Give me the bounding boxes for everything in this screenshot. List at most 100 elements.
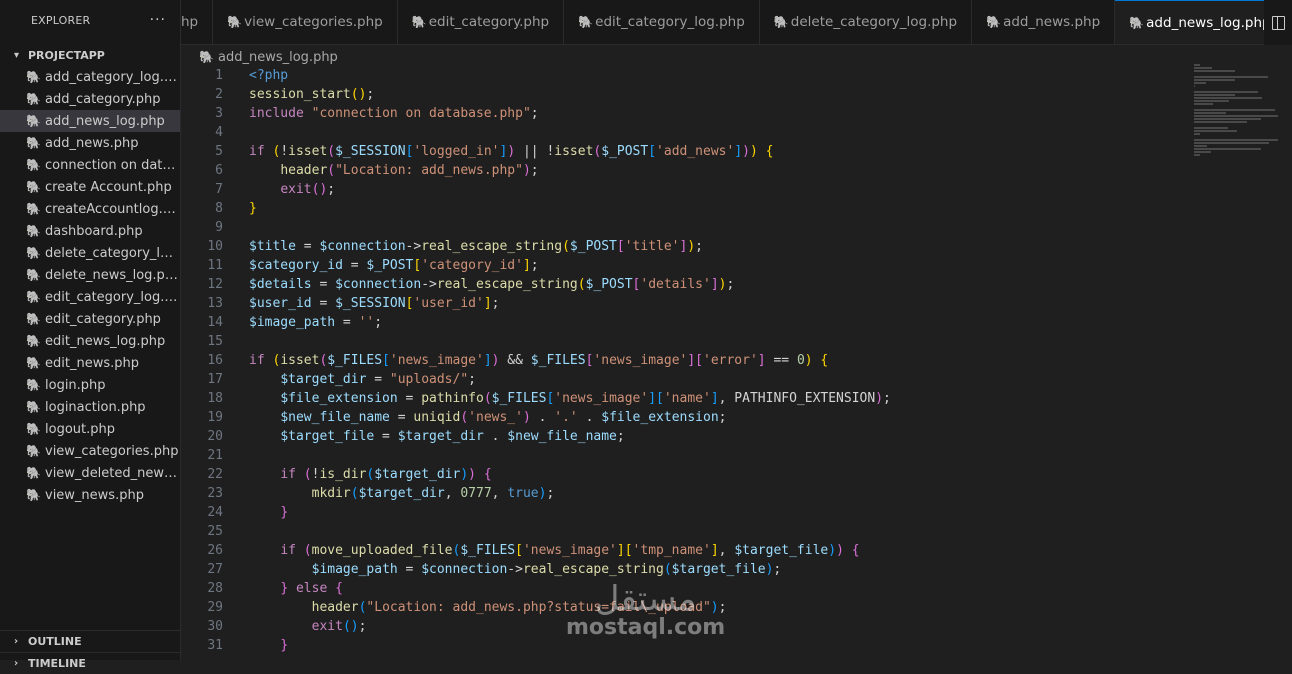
file-item[interactable]: 🐘 dashboard.php: [0, 220, 180, 242]
editor-tab[interactable]: 🐘 view_categories.php: [213, 0, 398, 44]
file-item[interactable]: 🐘 edit_news.php: [0, 352, 180, 374]
file-item[interactable]: 🐘 view_categories.php: [0, 440, 180, 462]
minimap-line: [1194, 121, 1247, 123]
line-number: 5: [215, 144, 223, 159]
file-item[interactable]: 🐘 edit_news_log.php: [0, 330, 180, 352]
code-text: header("Location: add_news.php");: [280, 163, 539, 178]
line-number: 12: [207, 277, 223, 292]
file-item[interactable]: 🐘 add_news.php: [0, 132, 180, 154]
minimap-line: [1194, 145, 1208, 147]
code-line: 31 }: [181, 636, 1292, 655]
file-item[interactable]: 🐘 edit_category.php: [0, 308, 180, 330]
php-file-icon: 🐘: [26, 378, 41, 392]
file-item[interactable]: 🐘 view_deleted_news.php: [0, 462, 180, 484]
php-file-icon: 🐘: [26, 400, 41, 414]
editor-tab[interactable]: 🐘 delete_category_log.php: [760, 0, 973, 44]
file-item[interactable]: 🐘 logout.php: [0, 418, 180, 440]
code-text: if (move_uploaded_file($_FILES['news_ima…: [280, 543, 860, 558]
split-editor-button[interactable]: [1264, 0, 1292, 45]
php-file-icon: 🐘: [411, 15, 427, 29]
minimap-line: [1194, 91, 1258, 93]
code-line: 5 if (!isset($_SESSION['logged_in']) || !…: [181, 142, 1292, 161]
file-label: connection on database.php: [45, 157, 180, 173]
minimap-line: [1194, 109, 1276, 111]
file-item[interactable]: 🐘 login.php: [0, 374, 180, 396]
minimap-line: [1194, 115, 1278, 117]
php-file-icon: 🐘: [26, 136, 41, 150]
php-file-icon: 🐘: [773, 15, 789, 29]
file-item[interactable]: 🐘 loginaction.php: [0, 396, 180, 418]
code-line: 12 $details = $connection->real_escape_st…: [181, 275, 1292, 294]
minimap-line: [1194, 103, 1213, 105]
file-item[interactable]: 🐘 delete_category_log.php: [0, 242, 180, 264]
outline-section[interactable]: › OUTLINE: [0, 630, 180, 652]
timeline-section[interactable]: › TIMELINE: [0, 652, 180, 674]
editor-tab[interactable]: 🐘 add_news.php: [972, 0, 1116, 44]
timeline-label: TIMELINE: [28, 657, 86, 670]
editor-tab[interactable]: hp: [181, 0, 214, 44]
line-number: 6: [215, 163, 223, 178]
code-text: $category_id = $_POST['category_id'];: [249, 258, 539, 273]
code-line: 14 $image_path = '';: [181, 313, 1292, 332]
code-line: 21: [181, 446, 1292, 465]
file-item[interactable]: 🐘 create Account.php: [0, 176, 180, 198]
line-number: 22: [207, 467, 223, 482]
code-text: $user_id = $_SESSION['user_id'];: [249, 296, 500, 311]
file-item[interactable]: 🐘 add_category.php: [0, 88, 180, 110]
line-number: 20: [207, 429, 223, 444]
file-item[interactable]: 🐘 connection on database.php: [0, 154, 180, 176]
file-item[interactable]: 🐘 delete_news_log.php: [0, 264, 180, 286]
minimap[interactable]: [1194, 64, 1278, 164]
file-label: dashboard.php: [45, 223, 143, 239]
file-item[interactable]: 🐘 add_news_log.php: [0, 110, 180, 132]
code-text: exit();: [311, 619, 367, 634]
php-file-icon: 🐘: [227, 15, 243, 29]
minimap-line: [1194, 142, 1269, 144]
file-label: add_news_log.php: [45, 113, 165, 129]
editor-tab[interactable]: 🐘 edit_category.php: [398, 0, 565, 44]
file-list: 🐘 add_category_log.php 🐘 add_category.php 🐘 a…: [0, 66, 180, 506]
code-line: 19 $new_file_name = uniqid('news_') . '.…: [181, 408, 1292, 427]
code-line: 30 exit();: [181, 617, 1292, 636]
code-line: 22 if (!is_dir($target_dir)) {: [181, 465, 1292, 484]
code-line: 29 header("Location: add_news.php?status…: [181, 598, 1292, 617]
line-number: 27: [207, 562, 223, 577]
code-text: }: [280, 505, 289, 520]
code-line: 9: [181, 218, 1292, 237]
explorer-title: EXPLORER: [31, 13, 91, 27]
line-number: 14: [207, 315, 223, 330]
php-file-icon: 🐘: [26, 444, 41, 458]
code-line: 10 $title = $connection->real_escape_stri…: [181, 237, 1292, 256]
project-folder[interactable]: ▾ PROJECTAPP: [0, 44, 180, 66]
line-number: 2: [215, 87, 223, 102]
php-file-icon: 🐘: [26, 356, 41, 370]
line-number: 23: [207, 486, 223, 501]
code-editor[interactable]: 1 <?php 2 session_start(); 3 include "connect…: [181, 66, 1292, 660]
minimap-line: [1194, 133, 1200, 135]
file-item[interactable]: 🐘 view_news.php: [0, 484, 180, 506]
file-item[interactable]: 🐘 createAccountlog.php: [0, 198, 180, 220]
code-text: if (isset($_FILES['news_image']) && $_FI…: [249, 353, 829, 368]
file-item[interactable]: 🐘 edit_category_log.php: [0, 286, 180, 308]
code-text: $file_extension = pathinfo($_FILES['news…: [280, 391, 891, 406]
php-file-icon: 🐘: [26, 224, 41, 238]
tab-label: delete_category_log.php: [790, 14, 958, 30]
file-item[interactable]: 🐘 add_category_log.php: [0, 66, 180, 88]
line-number: 13: [207, 296, 223, 311]
minimap-line: [1194, 118, 1262, 120]
file-label: edit_category_log.php: [45, 289, 180, 305]
code-line: 18 $file_extension = pathinfo($_FILES['n…: [181, 389, 1292, 408]
more-actions-icon[interactable]: ···: [150, 12, 166, 28]
breadcrumb-file: add_news_log.php: [218, 49, 338, 65]
breadcrumb[interactable]: 🐘 add_news_log.php: [199, 46, 338, 68]
line-number: 21: [207, 448, 223, 463]
php-file-icon: 🐘: [26, 312, 41, 326]
editor-tab[interactable]: 🐘 edit_category_log.php: [564, 0, 760, 44]
php-file-icon: 🐘: [26, 466, 41, 480]
code-line: 26 if (move_uploaded_file($_FILES['news_…: [181, 541, 1292, 560]
file-label: login.php: [45, 377, 106, 393]
